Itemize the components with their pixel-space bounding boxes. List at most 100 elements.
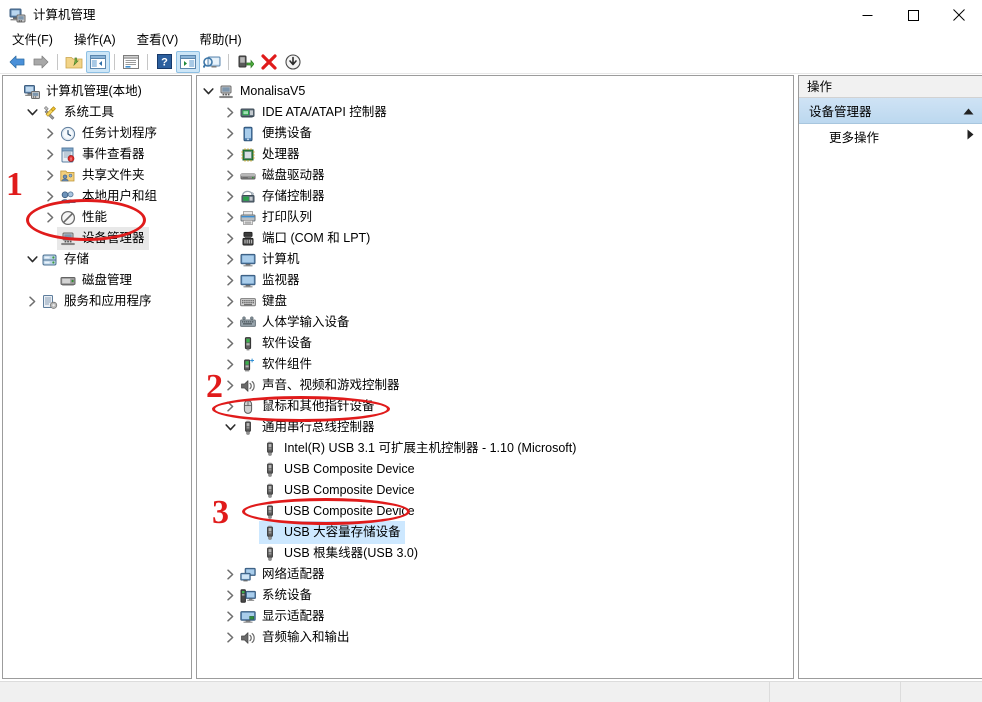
tree-item[interactable]: 端口 (COM 和 LPT) bbox=[197, 228, 793, 249]
tree-item[interactable]: IDE ATA/ATAPI 控制器 bbox=[197, 102, 793, 123]
chevron-right-icon[interactable] bbox=[223, 585, 237, 606]
tree-item[interactable]: 计算机管理(本地) bbox=[3, 81, 191, 102]
tree-item[interactable]: Intel(R) USB 3.1 可扩展主机控制器 - 1.10 (Micros… bbox=[197, 438, 793, 459]
uninstall-device-icon[interactable] bbox=[257, 51, 281, 73]
tree-item[interactable]: 便携设备 bbox=[197, 123, 793, 144]
tree-item[interactable]: USB Composite Device bbox=[197, 459, 793, 480]
tree-item[interactable]: 服务和应用程序 bbox=[3, 291, 191, 312]
chevron-down-icon[interactable] bbox=[201, 81, 215, 102]
forward-icon[interactable] bbox=[29, 51, 53, 73]
tree-item-label: 音频输入和输出 bbox=[262, 630, 350, 644]
tree-item[interactable]: 共享文件夹 bbox=[3, 165, 191, 186]
action-group-device-manager[interactable]: 设备管理器 bbox=[799, 98, 982, 124]
tree-item[interactable]: 任务计划程序 bbox=[3, 123, 191, 144]
tree-item[interactable]: 软件设备 bbox=[197, 333, 793, 354]
chevron-right-icon[interactable] bbox=[43, 207, 57, 228]
tree-item[interactable]: 鼠标和其他指针设备 bbox=[197, 396, 793, 417]
tree-item-label: 通用串行总线控制器 bbox=[262, 420, 375, 434]
tree-item[interactable]: 存储控制器 bbox=[197, 186, 793, 207]
chevron-right-icon[interactable] bbox=[223, 606, 237, 627]
tree-item[interactable]: 系统设备 bbox=[197, 585, 793, 606]
action-item-more-actions[interactable]: 更多操作 bbox=[799, 124, 982, 148]
chevron-right-icon[interactable] bbox=[223, 228, 237, 249]
tree-item[interactable]: 处理器 bbox=[197, 144, 793, 165]
chevron-right-icon[interactable] bbox=[223, 291, 237, 312]
sound-video-game-icon bbox=[239, 375, 257, 396]
chevron-right-icon[interactable] bbox=[223, 396, 237, 417]
show-hide-console-tree-icon[interactable] bbox=[86, 50, 110, 73]
toolbar-separator bbox=[228, 53, 229, 70]
chevron-right-icon[interactable] bbox=[223, 564, 237, 585]
tree-item[interactable]: USB Composite Device bbox=[197, 501, 793, 522]
help-icon[interactable]: ? bbox=[152, 51, 176, 73]
chevron-right-icon[interactable] bbox=[967, 129, 974, 143]
ports-icon bbox=[239, 228, 257, 249]
tree-item[interactable]: 通用串行总线控制器 bbox=[197, 417, 793, 438]
tree-item[interactable]: 存储 bbox=[3, 249, 191, 270]
tree-item[interactable]: 系统工具 bbox=[3, 102, 191, 123]
tree-item[interactable]: 性能 bbox=[3, 207, 191, 228]
tree-item[interactable]: 声音、视频和游戏控制器 bbox=[197, 375, 793, 396]
tree-item[interactable]: 计算机 bbox=[197, 249, 793, 270]
minimize-icon[interactable] bbox=[844, 0, 890, 30]
update-driver-icon[interactable] bbox=[233, 51, 257, 73]
chevron-right-icon[interactable] bbox=[223, 627, 237, 648]
tree-item[interactable]: 监视器 bbox=[197, 270, 793, 291]
menu-action[interactable]: 操作(A) bbox=[65, 30, 125, 50]
chevron-right-icon[interactable] bbox=[223, 270, 237, 291]
tree-item[interactable]: 本地用户和组 bbox=[3, 186, 191, 207]
chevron-right-icon[interactable] bbox=[223, 102, 237, 123]
chevron-right-icon[interactable] bbox=[223, 165, 237, 186]
chevron-right-icon[interactable] bbox=[43, 186, 57, 207]
tree-item[interactable]: USB Composite Device bbox=[197, 480, 793, 501]
chevron-right-icon[interactable] bbox=[223, 144, 237, 165]
chevron-down-icon[interactable] bbox=[25, 102, 39, 123]
chevron-right-icon[interactable] bbox=[43, 144, 57, 165]
chevron-right-icon[interactable] bbox=[223, 207, 237, 228]
tree-item[interactable]: 人体学输入设备 bbox=[197, 312, 793, 333]
toolbar-separator bbox=[57, 53, 58, 70]
tree-item[interactable]: 打印队列 bbox=[197, 207, 793, 228]
chevron-right-icon[interactable] bbox=[223, 354, 237, 375]
device-tree-panel[interactable]: MonalisaV5 IDE ATA/ATAPI 控制器 便携设备 处理器 磁盘驱动器存… bbox=[196, 75, 794, 679]
menu-file[interactable]: 文件(F) bbox=[3, 30, 62, 50]
usb-device-icon bbox=[261, 459, 279, 480]
disable-device-icon[interactable] bbox=[281, 51, 305, 73]
back-icon[interactable] bbox=[5, 51, 29, 73]
tree-item[interactable]: 磁盘管理 bbox=[3, 270, 191, 291]
up-folder-icon[interactable] bbox=[62, 51, 86, 73]
tree-item[interactable]: 音频输入和输出 bbox=[197, 627, 793, 648]
tree-item[interactable]: 软件组件 bbox=[197, 354, 793, 375]
window-title: 计算机管理 bbox=[33, 7, 96, 22]
chevron-right-icon[interactable] bbox=[223, 375, 237, 396]
console-tree: 计算机管理(本地) 系统工具 任务计划程序! 事件查看器 共享文件夹 本地用户和组 性能 设备… bbox=[3, 76, 191, 312]
tree-item[interactable]: MonalisaV5 bbox=[197, 81, 793, 102]
tree-item[interactable]: 键盘 bbox=[197, 291, 793, 312]
tree-item[interactable]: 设备管理器 bbox=[3, 227, 191, 250]
maximize-icon[interactable] bbox=[890, 0, 936, 30]
chevron-right-icon[interactable] bbox=[223, 333, 237, 354]
console-tree-panel[interactable]: 计算机管理(本地) 系统工具 任务计划程序! 事件查看器 共享文件夹 本地用户和组 性能 设备… bbox=[2, 75, 192, 679]
tree-item[interactable]: ! 事件查看器 bbox=[3, 144, 191, 165]
chevron-right-icon[interactable] bbox=[223, 312, 237, 333]
show-hide-action-pane-icon[interactable] bbox=[176, 50, 200, 73]
close-icon[interactable] bbox=[936, 0, 982, 30]
tree-item[interactable]: USB 大容量存储设备 bbox=[197, 521, 793, 544]
menu-help[interactable]: 帮助(H) bbox=[190, 30, 250, 50]
tree-item[interactable]: 磁盘驱动器 bbox=[197, 165, 793, 186]
chevron-right-icon[interactable] bbox=[25, 291, 39, 312]
chevron-down-icon[interactable] bbox=[25, 249, 39, 270]
chevron-right-icon[interactable] bbox=[43, 123, 57, 144]
chevron-down-icon[interactable] bbox=[223, 417, 237, 438]
tree-item[interactable]: USB 根集线器(USB 3.0) bbox=[197, 543, 793, 564]
chevron-right-icon[interactable] bbox=[223, 123, 237, 144]
chevron-right-icon[interactable] bbox=[223, 186, 237, 207]
chevron-right-icon[interactable] bbox=[223, 249, 237, 270]
properties-icon[interactable] bbox=[119, 51, 143, 73]
tree-item[interactable]: 网络适配器 bbox=[197, 564, 793, 585]
scan-hardware-changes-icon[interactable] bbox=[200, 51, 224, 73]
tree-item[interactable]: 显示适配器 bbox=[197, 606, 793, 627]
chevron-right-icon[interactable] bbox=[43, 165, 57, 186]
menu-view[interactable]: 查看(V) bbox=[128, 30, 188, 50]
chevron-up-icon[interactable] bbox=[963, 104, 974, 118]
